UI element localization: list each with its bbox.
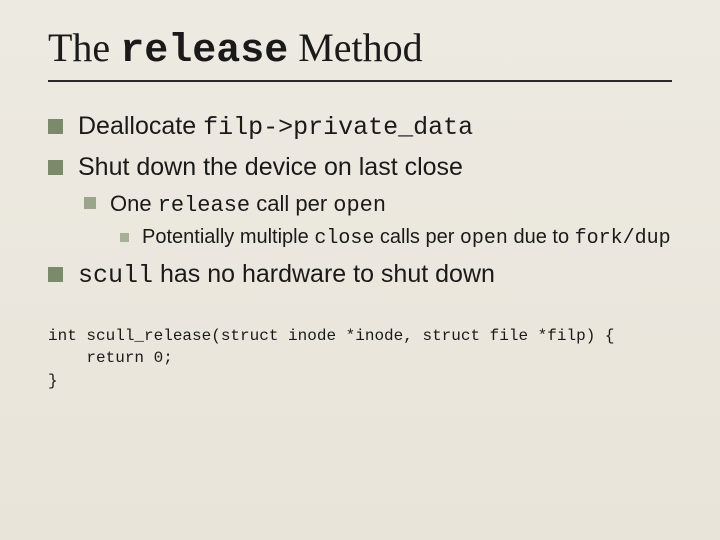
- bullet-list-lvl2: One release call per open Potentially mu…: [78, 189, 672, 253]
- code-inline: release: [158, 193, 250, 218]
- bullet-multiple-close: Potentially multiple close calls per ope…: [120, 224, 672, 252]
- code-block: int scull_release(struct inode *inode, s…: [48, 325, 672, 392]
- bullet-list-lvl3: Potentially multiple close calls per ope…: [110, 224, 672, 252]
- text: Potentially multiple: [142, 226, 314, 248]
- code-inline: fork/dup: [575, 227, 671, 250]
- bullet-shutdown: Shut down the device on last close One r…: [48, 151, 672, 252]
- code-inline: open: [460, 227, 508, 250]
- bullet-deallocate: Deallocate filp->private_data: [48, 110, 672, 145]
- slide: The release Method Deallocate filp->priv…: [0, 0, 720, 540]
- title-rule: [48, 80, 672, 82]
- text: has no hardware to shut down: [153, 260, 495, 288]
- title-text-prefix: The: [48, 25, 120, 70]
- code-inline: close: [314, 227, 374, 250]
- text: Deallocate: [78, 112, 203, 140]
- code-inline: scull: [78, 261, 153, 290]
- code-inline: open: [333, 193, 386, 218]
- bullet-scull: scull has no hardware to shut down: [48, 258, 672, 293]
- bullet-list: Deallocate filp->private_data Shut down …: [48, 110, 672, 293]
- text: One: [110, 191, 158, 216]
- text: call per: [250, 191, 333, 216]
- text: Shut down the device on last close: [78, 153, 463, 181]
- bullet-one-release: One release call per open Potentially mu…: [84, 189, 672, 253]
- slide-title: The release Method: [48, 24, 672, 74]
- text: due to: [508, 226, 575, 248]
- text: calls per: [374, 226, 460, 248]
- code-inline: filp->private_data: [203, 113, 473, 142]
- title-text-suffix: Method: [288, 25, 422, 70]
- title-mono: release: [120, 29, 288, 74]
